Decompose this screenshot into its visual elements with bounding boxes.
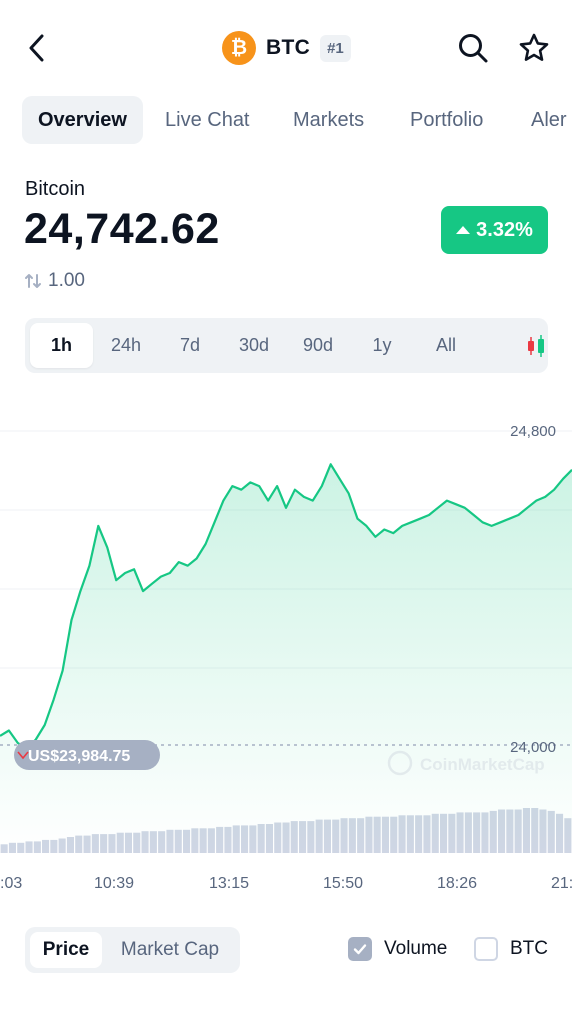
x-tick-label: 21: — [551, 875, 572, 892]
chart-type-toggle[interactable] — [513, 323, 558, 368]
bitcoin-logo-icon: ₿ — [222, 31, 256, 65]
chart-options: Price Market Cap Volume BTC — [0, 925, 572, 975]
range-all[interactable]: All — [415, 323, 477, 368]
current-price: 24,742.62 — [24, 205, 220, 253]
tab-live-chat[interactable]: Live Chat — [165, 96, 250, 144]
x-tick-label: 10:39 — [94, 875, 134, 892]
tab-markets[interactable]: Markets — [293, 96, 364, 144]
search-icon — [459, 34, 488, 63]
checkbox-checked-icon — [348, 937, 372, 961]
range-90d[interactable]: 90d — [287, 323, 349, 368]
section-tabs: Overview Live Chat Markets Portfolio Ale… — [0, 96, 572, 146]
tab-alerts[interactable]: Aler — [531, 96, 567, 144]
coin-title: ₿ BTC #1 — [222, 30, 351, 66]
range-30d[interactable]: 30d — [223, 323, 285, 368]
btc-checkbox-label: BTC — [510, 938, 548, 959]
start-price-pill: US$23,984.75 — [14, 740, 160, 770]
chevron-left-icon — [29, 34, 44, 62]
x-axis-labels: :03 10:39 13:15 15:50 18:26 21: — [0, 875, 572, 892]
volume-checkbox-label: Volume — [384, 938, 448, 959]
range-24h[interactable]: 24h — [95, 323, 157, 368]
conversion-ratio: 1.00 — [24, 270, 85, 292]
y-axis-label-bottom: 24,000 — [510, 739, 556, 756]
watermark-text: CoinMarketCap — [420, 755, 545, 774]
time-range-selector: 1h 24h 7d 30d 90d 1y All — [25, 318, 548, 373]
search-button[interactable] — [455, 30, 491, 66]
arrow-up-icon — [456, 226, 471, 234]
watchlist-star-button[interactable] — [516, 30, 552, 66]
btc-checkbox[interactable]: BTC — [474, 937, 548, 961]
x-tick-label: :03 — [0, 875, 22, 892]
tab-overview[interactable]: Overview — [22, 96, 143, 144]
star-icon — [519, 33, 549, 61]
range-1h[interactable]: 1h — [30, 323, 93, 368]
toggle-price[interactable]: Price — [30, 932, 102, 968]
y-axis-label-top: 24,800 — [510, 423, 556, 440]
start-price-label: US$23,984.75 — [28, 748, 130, 765]
x-tick-label: 15:50 — [323, 875, 363, 892]
price-marketcap-toggle: Price Market Cap — [25, 927, 240, 973]
range-7d[interactable]: 7d — [159, 323, 221, 368]
price-chart[interactable]: CoinMarketCap 24,800 24,000 US$23,984.75… — [0, 395, 572, 905]
price-change-value: 3.32% — [476, 218, 533, 241]
back-button[interactable] — [22, 30, 50, 66]
swap-arrows-icon — [25, 274, 41, 288]
rank-badge: #1 — [320, 34, 351, 62]
price-change-badge: 3.32% — [441, 206, 548, 254]
top-bar: ₿ BTC #1 — [0, 0, 572, 96]
coin-ticker: BTC — [266, 36, 311, 59]
ratio-value: 1.00 — [48, 270, 85, 291]
coin-name: Bitcoin — [25, 178, 86, 200]
range-1y[interactable]: 1y — [351, 323, 413, 368]
x-tick-label: 18:26 — [437, 875, 477, 892]
candlestick-icon — [527, 334, 544, 357]
volume-checkbox[interactable]: Volume — [348, 937, 447, 961]
tab-portfolio[interactable]: Portfolio — [410, 96, 483, 144]
x-tick-label: 13:15 — [209, 875, 249, 892]
toggle-market-cap[interactable]: Market Cap — [105, 932, 235, 968]
checkbox-unchecked-icon — [474, 937, 498, 961]
